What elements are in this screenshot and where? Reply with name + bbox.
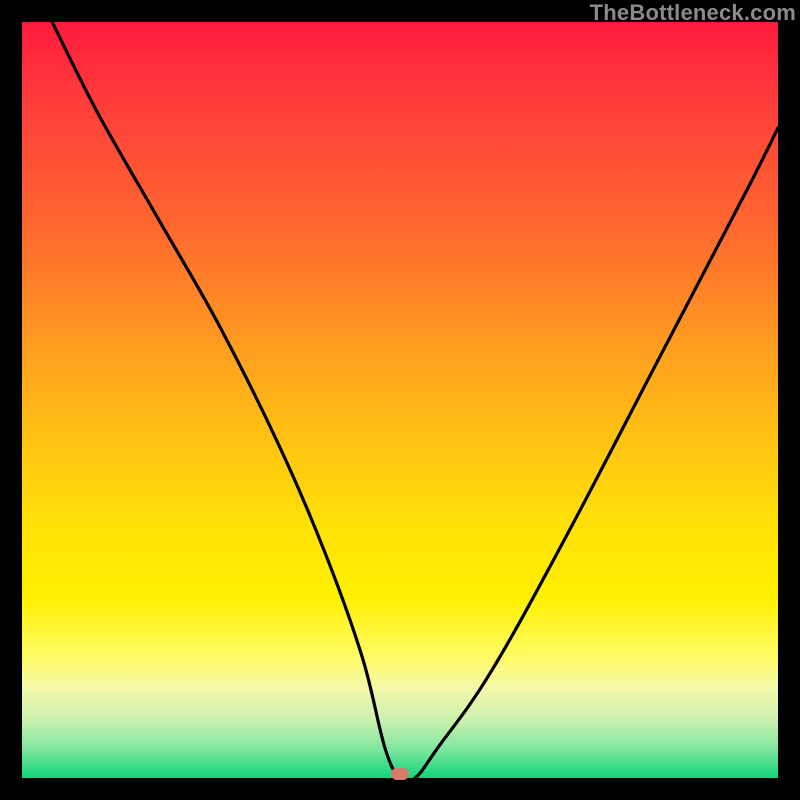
watermark-text: TheBottleneck.com <box>590 0 796 26</box>
bottleneck-curve <box>22 22 778 778</box>
optimal-marker <box>391 768 409 780</box>
curve-path <box>52 22 778 778</box>
plot-area <box>22 22 778 778</box>
chart-frame: TheBottleneck.com <box>0 0 800 800</box>
